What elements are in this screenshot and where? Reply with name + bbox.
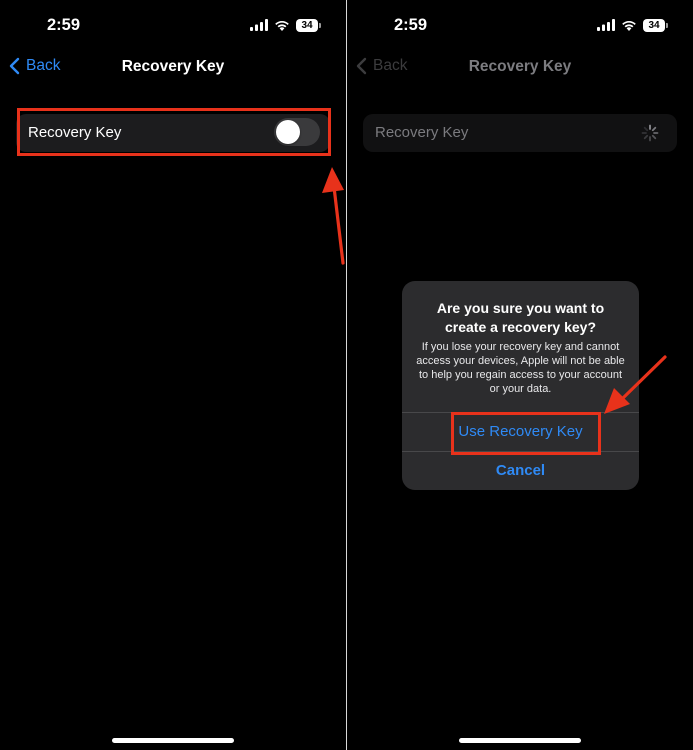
screen-left: 2:59 34 Back Recovery Key Recovery Key — [0, 0, 346, 750]
home-indicator — [459, 738, 581, 743]
battery-icon: 34 — [296, 18, 321, 32]
status-bar: 2:59 34 — [0, 0, 346, 50]
alert-title: Are you sure you want to create a recove… — [436, 300, 605, 335]
loading-spinner-icon — [641, 124, 659, 142]
page-title: Recovery Key — [468, 58, 572, 75]
status-icons: 34 — [250, 18, 321, 32]
cancel-button[interactable]: Cancel — [402, 452, 639, 490]
recovery-key-row: Recovery Key — [363, 114, 677, 152]
alert-message: If you lose your recovery key and cannot… — [416, 341, 625, 395]
status-time: 2:59 — [394, 16, 428, 34]
wifi-icon — [622, 20, 636, 31]
red-arrow-annotation — [322, 167, 345, 265]
cellular-signal-icon — [597, 19, 615, 31]
cellular-signal-icon — [250, 19, 268, 31]
page-title: Recovery Key — [121, 58, 225, 75]
screen-right: 2:59 34 Back Recovery Key Recovery Key A… — [347, 0, 693, 750]
red-arrow-annotation — [604, 355, 667, 414]
status-bar: 2:59 34 — [347, 0, 693, 50]
status-icons: 34 — [597, 18, 668, 32]
home-indicator — [112, 738, 234, 743]
battery-icon: 34 — [643, 18, 668, 32]
navigation-bar: Back Recovery Key — [0, 50, 346, 84]
navigation-bar: Back Recovery Key — [347, 50, 693, 84]
status-time: 2:59 — [47, 16, 81, 34]
highlight-box-toggle — [17, 108, 331, 156]
highlight-box-use-recovery-key — [451, 412, 601, 455]
recovery-key-label: Recovery Key — [375, 124, 469, 141]
wifi-icon — [275, 20, 289, 31]
